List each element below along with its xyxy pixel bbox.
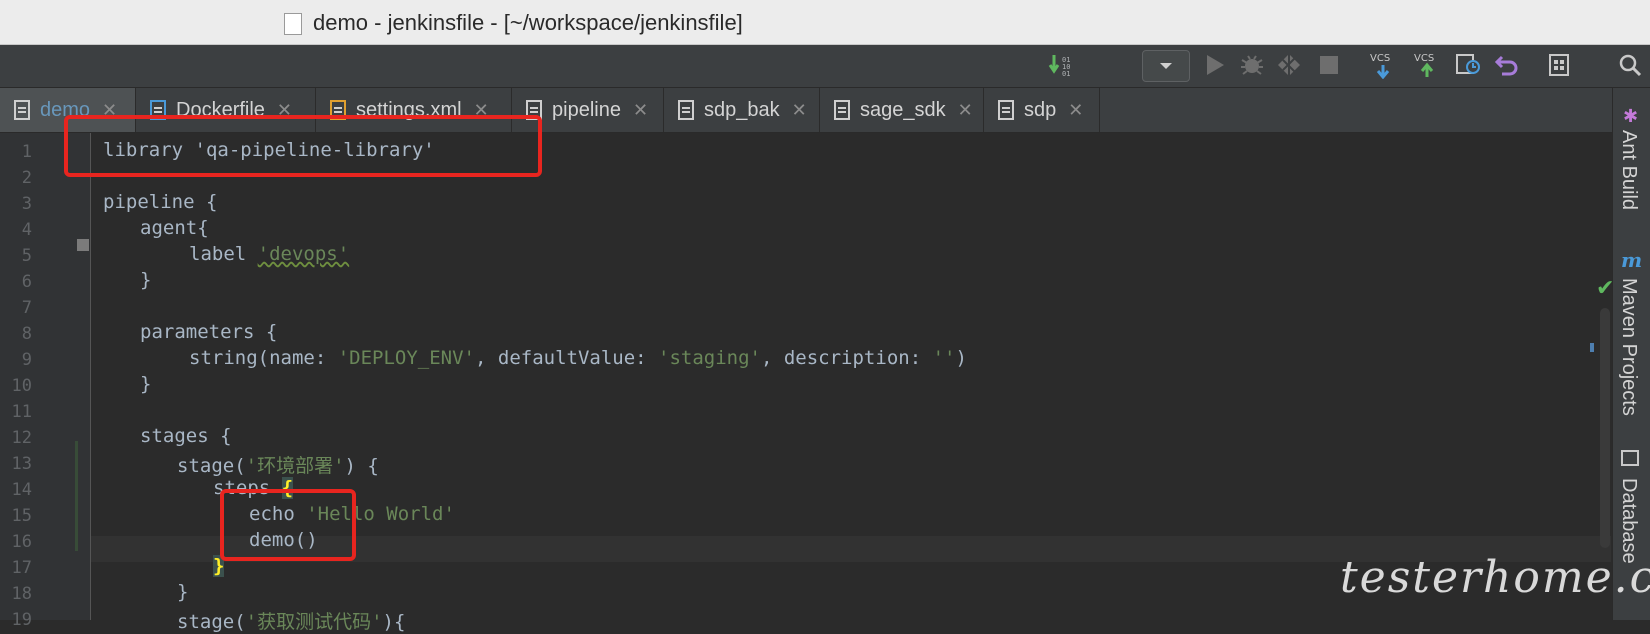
tab-label: sdp (1024, 98, 1057, 121)
file-icon (678, 100, 694, 120)
line-number: 13 (11, 454, 32, 474)
code-line: pipeline { (103, 191, 218, 213)
line-number: 3 (21, 194, 32, 214)
code-line: parameters { (140, 321, 278, 343)
code-line: } (140, 373, 152, 395)
line-number: 10 (11, 376, 32, 396)
vcs-update-project-icon[interactable]: VCS (1365, 50, 1401, 80)
tab-sdp[interactable]: sdp ✕ (984, 88, 1100, 132)
tool-window-strip: ✱ Ant Build m Maven Projects Database (1612, 88, 1650, 620)
tool-window-database[interactable]: Database (1617, 478, 1640, 564)
line-number: 4 (21, 220, 32, 240)
file-icon (998, 100, 1014, 120)
close-icon[interactable]: ✕ (1068, 100, 1083, 121)
main-toolbar: 01 10 01 VCS VCS (0, 45, 1650, 88)
code-line: stage('获取测试代码'){ (177, 611, 406, 633)
line-number: 12 (11, 428, 32, 448)
vcs-change-bar (75, 441, 78, 551)
code-line: } (177, 581, 189, 603)
close-icon[interactable]: ✕ (792, 100, 807, 121)
line-number: 11 (11, 402, 32, 422)
annotation-box-library (64, 115, 542, 177)
file-icon (834, 100, 850, 120)
svg-text:01: 01 (1062, 70, 1070, 77)
window-title-bar: demo - jenkinsfile - [~/workspace/jenkin… (0, 0, 1650, 45)
code-line: } (140, 269, 152, 291)
project-structure-icon[interactable] (1543, 50, 1577, 80)
tool-window-maven-projects[interactable]: Maven Projects (1617, 278, 1640, 416)
vcs-update-icon[interactable]: 01 10 01 (1045, 50, 1081, 80)
close-icon[interactable]: ✕ (633, 100, 648, 121)
line-number: 5 (21, 246, 32, 266)
database-icon (1621, 450, 1639, 466)
debug-icon[interactable] (1235, 50, 1269, 80)
change-marker (77, 239, 89, 251)
line-number: 8 (21, 324, 32, 344)
stop-icon[interactable] (1312, 50, 1346, 80)
line-number: 18 (11, 584, 32, 604)
line-number: 17 (11, 558, 32, 578)
tab-sdp-bak[interactable]: sdp_bak ✕ (664, 88, 820, 132)
tab-sage-sdk[interactable]: sage_sdk ✕ (820, 88, 984, 132)
code-line: stage('环境部署') { (177, 455, 379, 477)
code-line: label 'devops' (189, 243, 350, 265)
line-number: 19 (11, 610, 32, 630)
line-number: 6 (21, 272, 32, 292)
annotation-box-demo-call (220, 489, 356, 561)
file-icon (284, 13, 302, 35)
vcs-commit-icon[interactable]: VCS (1409, 50, 1445, 80)
code-line: agent{ (140, 217, 209, 239)
tool-window-ant-build[interactable]: Ant Build (1617, 130, 1640, 210)
search-icon[interactable] (1612, 50, 1648, 80)
tab-label: pipeline (552, 98, 621, 121)
code-editor[interactable]: 1 2 3 4 5 6 7 8 9 10 11 12 13 14 15 16 1… (0, 115, 1614, 633)
coverage-icon[interactable] (1272, 50, 1306, 80)
vcs-label: VCS (1370, 53, 1390, 64)
scroll-marker (1590, 343, 1594, 352)
file-icon (14, 100, 30, 120)
run-config-dropdown[interactable] (1142, 50, 1190, 82)
window-title: demo - jenkinsfile - [~/workspace/jenkin… (313, 10, 743, 35)
watermark: testerhome.com (1340, 552, 1650, 603)
code-line: string(name: 'DEPLOY_ENV', defaultValue:… (189, 347, 967, 369)
line-number: 15 (11, 506, 32, 526)
line-number: 7 (21, 298, 32, 318)
line-number: 16 (11, 532, 32, 552)
ant-icon: ✱ (1623, 106, 1639, 127)
tab-label: sage_sdk (860, 98, 946, 121)
line-number: 9 (21, 350, 32, 370)
revert-icon[interactable] (1490, 50, 1524, 80)
code-line: } (213, 555, 225, 577)
run-icon[interactable] (1198, 50, 1232, 80)
vertical-scrollbar[interactable] (1600, 308, 1610, 548)
svg-text:VCS: VCS (1414, 53, 1434, 64)
code-line: stages { (140, 425, 232, 447)
chevron-down-icon (1160, 63, 1172, 69)
tab-label: sdp_bak (704, 98, 780, 121)
maven-icon: m (1621, 248, 1643, 272)
line-number: 14 (11, 480, 32, 500)
close-icon[interactable]: ✕ (958, 100, 973, 121)
line-number: 1 (21, 142, 32, 162)
history-icon[interactable] (1451, 50, 1485, 80)
line-number: 2 (21, 168, 32, 188)
